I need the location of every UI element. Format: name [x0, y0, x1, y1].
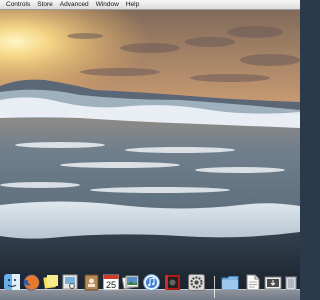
stickies-icon[interactable] [41, 271, 61, 293]
downloads-icon[interactable] [263, 271, 283, 293]
finder-icon[interactable] [2, 271, 22, 293]
photo-booth-icon[interactable] [162, 271, 182, 293]
photos-icon[interactable] [120, 271, 140, 293]
dock-separator [214, 276, 215, 298]
menu-advanced[interactable]: Advanced [60, 0, 89, 9]
ical-date: 25 [106, 280, 116, 290]
trash-icon[interactable] [281, 271, 300, 293]
preview-icon[interactable] [60, 271, 80, 293]
desktop-wallpaper [0, 0, 300, 300]
menu-bar: Controls Store Advanced Window Help [0, 0, 300, 10]
ical-icon[interactable]: 25 [101, 271, 121, 293]
document-icon[interactable] [243, 271, 263, 293]
menu-help[interactable]: Help [126, 0, 139, 9]
folder-icon[interactable] [220, 271, 240, 293]
dock: 25 [0, 271, 300, 299]
menu-window[interactable]: Window [96, 0, 119, 9]
desktop: Controls Store Advanced Window Help 25 [0, 0, 300, 300]
firefox-icon[interactable] [21, 271, 41, 293]
system-preferences-icon[interactable] [186, 271, 206, 293]
menu-store[interactable]: Store [37, 0, 53, 9]
address-book-icon[interactable] [81, 271, 101, 293]
itunes-icon[interactable] [141, 271, 161, 293]
menu-controls[interactable]: Controls [6, 0, 30, 9]
